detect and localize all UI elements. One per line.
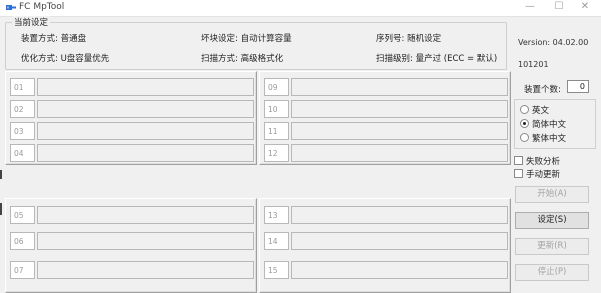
radio-circle-icon [520,105,529,114]
checkbox-box-icon [514,156,523,165]
port-row[interactable]: 11 [264,122,508,141]
update-button[interactable]: 更新(R) [515,238,589,255]
port-number: 06 [10,232,35,250]
version-text: Version: 04.02.00 [518,38,589,47]
radio-simplified-chinese[interactable]: 简体中文 [520,118,567,130]
port-row[interactable]: 14 [264,232,508,251]
stop-button[interactable]: 停止(P) [515,264,589,281]
port-row[interactable]: 15 [264,261,508,280]
port-number: 11 [264,122,289,140]
usb-app-icon [6,5,16,10]
port-row[interactable]: 07 [10,261,254,280]
radio-english-label: 英文 [532,106,550,116]
manual-update-label: 手动更新 [526,170,561,180]
port-number: 10 [264,100,289,118]
failure-analysis-label: 失败分析 [526,157,561,167]
port-row[interactable]: 06 [10,232,254,251]
port-panel-top-right: 09 10 11 12 [259,71,511,165]
scan-level-text: 扫描级别: 量产过 (ECC = 默认) [376,54,498,64]
port-number: 12 [264,144,289,162]
device-count-label: 装置个数: [524,85,561,95]
port-panel-top-left: 01 02 03 04 [5,71,257,165]
port-row[interactable]: 01 [10,78,254,97]
optimize-mode-text: 优化方式: U盘容量优先 [21,54,110,64]
port-number: 05 [10,206,35,224]
radio-traditional-chinese[interactable]: 繁体中文 [520,132,567,144]
port-status-bar [37,144,254,162]
radio-traditional-chinese-label: 繁体中文 [532,134,567,144]
manual-update-checkbox[interactable]: 手动更新 [514,168,560,180]
port-number: 09 [264,78,289,96]
port-number: 02 [10,100,35,118]
port-row[interactable]: 03 [10,122,254,141]
port-number: 03 [10,122,35,140]
serial-code-text: 101201 [518,60,549,69]
device-count-field: 0 [567,80,589,93]
start-button[interactable]: 开始(A) [515,186,589,203]
install-mode-text: 装置方式: 普通盘 [21,34,87,44]
current-settings-group: 当前设定 装置方式: 普通盘 坏块设定: 自动计算容量 序列号: 随机设定 优化… [5,16,507,70]
port-status-bar [291,232,508,250]
port-panel-bottom-left: 05 06 07 [5,198,257,293]
port-status-bar [37,206,254,224]
radio-simplified-chinese-label: 简体中文 [532,120,567,130]
port-status-bar [291,78,508,96]
port-row[interactable]: 13 [264,206,508,225]
port-number: 04 [10,144,35,162]
minimize-button[interactable]: — [520,1,540,12]
port-status-bar [291,206,508,224]
port-row[interactable]: 12 [264,144,508,163]
port-number: 13 [264,206,289,224]
port-status-bar [37,100,254,118]
port-status-bar [291,122,508,140]
port-status-bar [291,100,508,118]
port-status-bar [37,78,254,96]
checkbox-box-icon [514,169,523,178]
port-number: 14 [264,232,289,250]
close-button[interactable]: ✕ [575,1,595,12]
edge-mark [0,203,2,215]
control-sidebar: Version: 04.02.00 101201 装置个数: 0 英文 简体中文… [510,16,601,293]
port-status-bar [291,261,508,279]
port-row[interactable]: 04 [10,144,254,163]
maximize-button[interactable]: ☐ [549,1,569,12]
port-row[interactable]: 09 [264,78,508,97]
port-number: 15 [264,261,289,279]
failure-analysis-checkbox[interactable]: 失败分析 [514,155,560,167]
port-number: 07 [10,261,35,279]
settings-button[interactable]: 设定(S) [515,212,589,229]
port-row[interactable]: 10 [264,100,508,119]
radio-circle-icon [520,133,529,142]
edge-mark [0,170,2,179]
serial-setting-text: 序列号: 随机设定 [376,34,442,44]
port-status-bar [37,261,254,279]
port-status-bar [291,144,508,162]
port-row[interactable]: 05 [10,206,254,225]
language-group: 英文 简体中文 繁体中文 [514,99,596,149]
port-status-bar [37,232,254,250]
bad-block-text: 坏块设定: 自动计算容量 [201,34,292,44]
port-status-bar [37,122,254,140]
current-settings-title: 当前设定 [12,16,51,28]
radio-english[interactable]: 英文 [520,104,550,116]
port-panel-bottom-right: 13 14 15 [259,198,511,293]
title-bar: FC MpTool — ☐ ✕ [0,0,601,17]
window-title: FC MpTool [19,2,65,12]
scan-mode-text: 扫描方式: 高级格式化 [201,54,284,64]
radio-circle-selected-icon [520,119,529,128]
port-row[interactable]: 02 [10,100,254,119]
port-number: 01 [10,78,35,96]
